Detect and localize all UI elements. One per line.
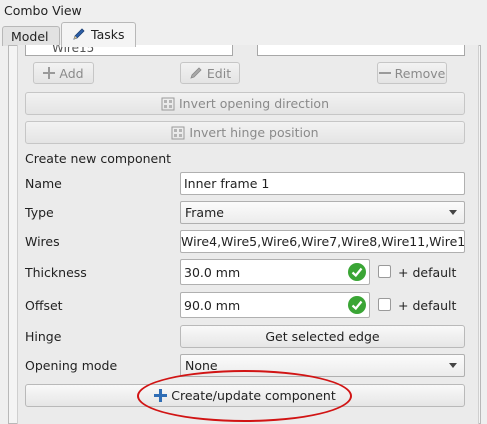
- offset-input-value: 90.0 mm: [184, 297, 241, 313]
- name-label: Name: [25, 176, 62, 191]
- opening-mode-select-value: None: [185, 358, 218, 373]
- name-input-value: Inner frame 1: [184, 176, 270, 191]
- opening-mode-label: Opening mode: [25, 358, 118, 373]
- component-list[interactable]: [257, 45, 465, 56]
- edit-button-label: Edit: [206, 65, 232, 81]
- combo-view-title: Combo View: [4, 3, 82, 18]
- edit-button[interactable]: Edit: [180, 62, 240, 84]
- plus-icon: [154, 389, 168, 402]
- invert-opening-direction-button[interactable]: Invert opening direction: [25, 92, 465, 115]
- tab-bar: Model Tasks: [0, 22, 487, 47]
- remove-button-label: Remove: [394, 65, 446, 81]
- chevron-down-icon: [449, 363, 457, 368]
- offset-input[interactable]: 90.0 mm: [180, 292, 370, 318]
- valid-check-icon: [348, 263, 366, 281]
- door-icon: [161, 97, 175, 110]
- wires-input[interactable]: Wire4,Wire5,Wire6,Wire7,Wire8,Wire11,Wir…: [180, 230, 465, 253]
- plus-icon: [43, 67, 56, 79]
- get-selected-edge-label: Get selected edge: [265, 329, 380, 344]
- section-title: Create new component: [25, 151, 172, 166]
- wires-label: Wires: [25, 234, 60, 249]
- edit-icon: [190, 67, 202, 79]
- add-button[interactable]: Add: [33, 62, 94, 84]
- invert-hinge-position-button[interactable]: Invert hinge position: [25, 121, 465, 144]
- thickness-label: Thickness: [25, 265, 87, 280]
- tab-model[interactable]: Model: [2, 26, 60, 46]
- hinge-label: Hinge: [25, 329, 62, 344]
- remove-button[interactable]: Remove: [377, 62, 447, 84]
- type-label: Type: [25, 205, 54, 220]
- pencil-icon: [73, 28, 85, 40]
- invert-hinge-position-label: Invert hinge position: [189, 125, 319, 140]
- type-select[interactable]: Frame: [180, 201, 465, 224]
- thickness-input[interactable]: 30.0 mm: [180, 259, 370, 285]
- offset-default-checkbox[interactable]: [378, 298, 391, 311]
- invert-opening-direction-label: Invert opening direction: [179, 96, 329, 111]
- thickness-default-checkbox[interactable]: [378, 265, 391, 278]
- name-input[interactable]: Inner frame 1: [180, 172, 465, 195]
- wires-input-value: Wire4,Wire5,Wire6,Wire7,Wire8,Wire11,Wir…: [181, 234, 465, 249]
- create-update-component-label: Create/update component: [171, 388, 336, 403]
- thickness-default-label: + default: [398, 265, 457, 280]
- minus-icon: [378, 72, 391, 74]
- get-selected-edge-button[interactable]: Get selected edge: [180, 325, 465, 348]
- offset-default-label: + default: [398, 298, 457, 313]
- chevron-down-icon: [449, 210, 457, 215]
- add-button-label: Add: [59, 65, 84, 81]
- tab-tasks-label: Tasks: [91, 27, 125, 42]
- create-update-component-button[interactable]: Create/update component: [25, 384, 465, 407]
- thickness-input-value: 30.0 mm: [184, 264, 241, 280]
- opening-mode-select[interactable]: None: [180, 354, 465, 377]
- tab-tasks[interactable]: Tasks: [61, 22, 136, 47]
- door-icon: [171, 126, 185, 139]
- type-select-value: Frame: [185, 205, 224, 220]
- offset-label: Offset: [25, 298, 63, 313]
- valid-check-icon: [348, 296, 366, 314]
- tab-model-label: Model: [11, 29, 49, 44]
